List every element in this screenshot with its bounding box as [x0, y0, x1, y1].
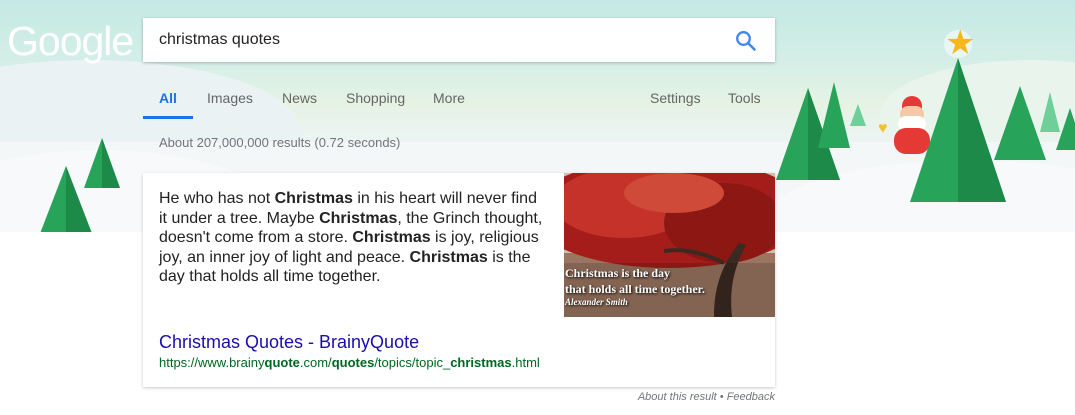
tree-icon	[102, 138, 120, 188]
feedback-link[interactable]: Feedback	[727, 391, 775, 403]
search-icon	[736, 31, 756, 51]
snippet-image[interactable]: Christmas is the day that holds all time…	[564, 173, 775, 317]
url-segment-text: https://www.brainy	[159, 355, 265, 370]
image-caption-line2: that holds all time together.	[565, 282, 705, 296]
tab-images[interactable]: Images	[207, 90, 253, 106]
result-url[interactable]: https://www.brainyquote.com/quotes/topic…	[159, 355, 540, 370]
snippet-segment-bold: Christmas	[352, 229, 431, 246]
snippet-segment-bold: Christmas	[409, 248, 488, 266]
result-stats: About 207,000,000 results (0.72 seconds)	[159, 135, 401, 150]
tree-icon	[818, 82, 850, 148]
about-this-result-link[interactable]: About this result	[638, 391, 717, 403]
tab-tools[interactable]: Tools	[728, 90, 761, 106]
search-button[interactable]	[735, 30, 757, 52]
snippet-segment-text: He who has not	[159, 190, 275, 207]
featured-snippet-card: He who has not Christmas in his heart wi…	[143, 173, 775, 387]
url-segment-bold: quotes	[331, 355, 375, 370]
tab-more[interactable]: More	[433, 90, 465, 106]
google-logo[interactable]: Google	[7, 18, 134, 65]
url-segment-text: /topics/topic_	[374, 355, 451, 370]
image-caption-line1: Christmas is the day	[565, 266, 671, 280]
tab-shopping[interactable]: Shopping	[346, 90, 405, 106]
footer-separator: •	[716, 391, 727, 403]
star-icon: ★	[945, 24, 976, 62]
snippet-segment-bold: Christmas	[274, 190, 353, 207]
about-footer: About this result • Feedback	[638, 391, 775, 403]
search-box	[143, 18, 775, 62]
tab-news[interactable]: News	[282, 90, 317, 106]
url-segment-bold: christmas	[450, 355, 512, 370]
snippet-text: He who has not Christmas in his heart wi…	[159, 189, 549, 287]
url-segment-bold: quote	[264, 355, 300, 370]
url-segment-text: .com/	[299, 355, 332, 370]
tree-icon	[994, 86, 1046, 160]
result-title-link[interactable]: Christmas Quotes - BrainyQuote	[159, 332, 419, 353]
tab-all[interactable]: All	[159, 90, 177, 106]
heart-icon: ♥	[878, 120, 888, 137]
tab-settings[interactable]: Settings	[650, 90, 701, 106]
search-tabs: All Images News Shopping More Settings T…	[143, 84, 775, 120]
snippet-segment-bold: Christmas	[319, 209, 398, 227]
active-tab-indicator	[143, 116, 193, 119]
tree-icon	[850, 104, 866, 126]
url-segment-text: .html	[511, 355, 540, 370]
tree-icon	[1056, 108, 1075, 150]
search-input[interactable]	[159, 18, 719, 62]
image-caption-author: Alexander Smith	[565, 297, 628, 307]
